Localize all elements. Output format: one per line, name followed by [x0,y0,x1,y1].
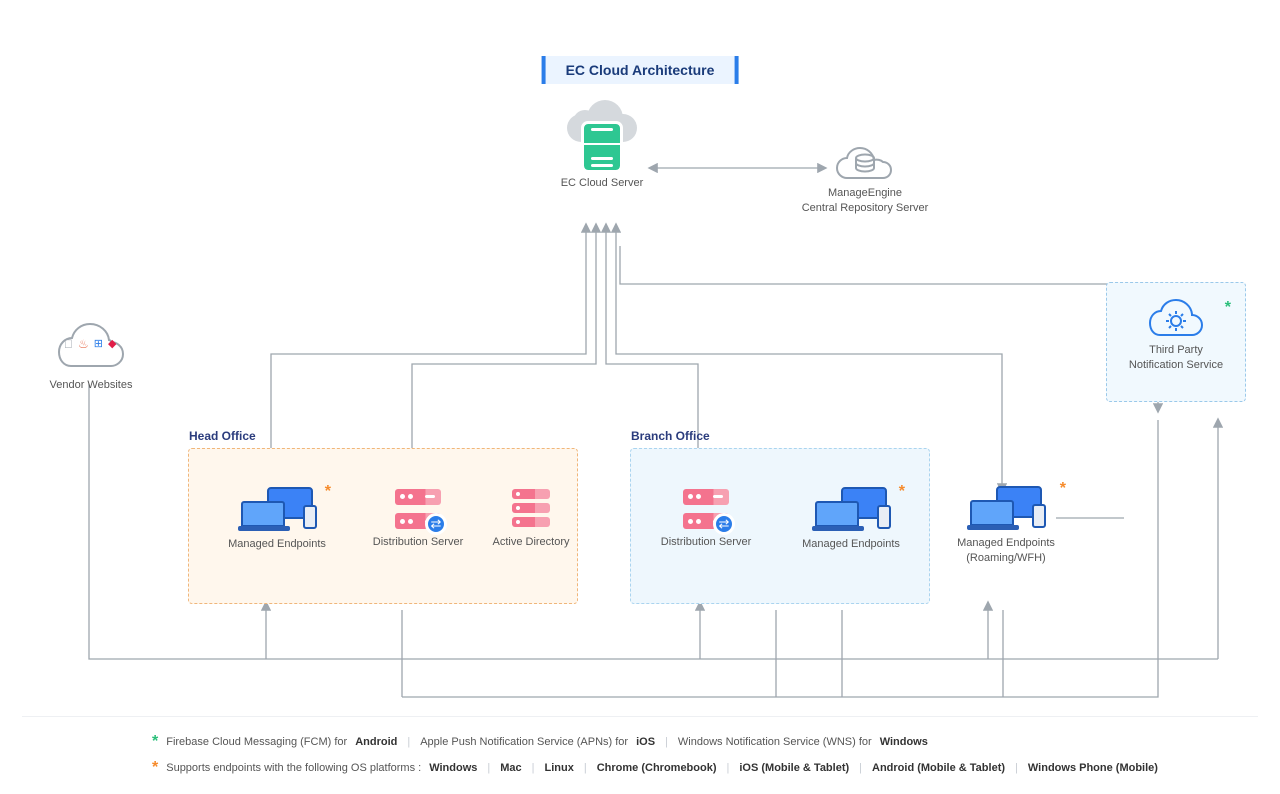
green-asterisk-icon: * [152,733,158,751]
footer-android: Android [355,736,397,748]
branch-managed-endpoints-node: Managed Endpoints [791,487,911,552]
java-icon: ♨ [78,336,89,352]
footer-fcm-text: Firebase Cloud Messaging (FCM) for [166,736,347,748]
roaming-endpoints-label-1: Managed Endpoints [946,536,1066,551]
head-managed-endpoints-label: Managed Endpoints [217,537,337,552]
adobe-icon: ◆ [108,337,116,352]
active-directory-icon [512,489,550,529]
head-distribution-server-node: ⇄ Distribution Server [363,489,473,550]
footer-os-mac: Mac [500,762,521,774]
branch-managed-endpoints-label: Managed Endpoints [791,537,911,552]
roaming-endpoints-label-2: (Roaming/WFH) [946,551,1066,566]
branch-office-zone: Branch Office ⇄ Distribution Server Mana… [630,448,930,604]
share-icon: ⇄ [425,513,447,535]
ec-cloud-server-label: EC Cloud Server [552,176,652,191]
footer-os-linux: Linux [545,762,574,774]
footer-ios: iOS [636,736,655,748]
tpn-label-1: Third Party [1107,343,1245,358]
footer-legend: * Firebase Cloud Messaging (FCM) for And… [22,716,1258,785]
distribution-server-icon: ⇄ [683,489,729,529]
database-cloud-icon [835,140,895,180]
vendor-websites-label: Vendor Websites [46,378,136,393]
gear-cloud-icon [1148,297,1204,337]
footer-windows: Windows [880,736,928,748]
green-asterisk-icon [1223,299,1229,321]
footer-os-ios: iOS (Mobile & Tablet) [739,762,849,774]
apple-icon:  [64,336,73,352]
orange-asterisk-icon [1058,480,1064,502]
endpoints-icon [815,487,887,531]
share-icon: ⇄ [713,513,735,535]
tpn-label-2: Notification Service [1107,358,1245,373]
footer-os-prefix: Supports endpoints with the following OS… [166,762,421,774]
footer-line-1: * Firebase Cloud Messaging (FCM) for And… [22,733,1258,751]
ec-cloud-server-node: EC Cloud Server [552,100,652,191]
footer-os-chrome: Chrome (Chromebook) [597,762,717,774]
footer-os-android: Android (Mobile & Tablet) [872,762,1005,774]
head-office-title: Head Office [189,429,256,443]
orange-asterisk-icon: * [152,759,158,777]
central-repo-label-1: ManageEngine [790,186,940,201]
footer-os-wp: Windows Phone (Mobile) [1028,762,1158,774]
footer-wns-text: Windows Notification Service (WNS) for [678,736,872,748]
central-repo-label-2: Central Repository Server [790,201,940,216]
footer-os-windows: Windows [429,762,477,774]
distribution-server-icon: ⇄ [395,489,441,529]
orange-asterisk-icon [323,483,329,505]
branch-office-title: Branch Office [631,429,710,443]
endpoints-icon [970,486,1042,530]
head-office-zone: Head Office Managed Endpoints ⇄ Distribu… [188,448,578,604]
branch-distribution-server-node: ⇄ Distribution Server [651,489,761,550]
active-directory-label: Active Directory [481,535,581,550]
footer-apns-text: Apple Push Notification Service (APNs) f… [420,736,628,748]
roaming-endpoints-node: Managed Endpoints (Roaming/WFH) [946,486,1066,566]
central-repo-node: ManageEngine Central Repository Server [790,140,940,216]
server-icon [584,124,620,170]
branch-distribution-server-label: Distribution Server [651,535,761,550]
diagram-canvas: EC Cloud Architecture [0,0,1280,794]
orange-asterisk-icon [897,483,903,505]
head-distribution-server-label: Distribution Server [363,535,473,550]
head-managed-endpoints-node: Managed Endpoints [217,487,337,552]
active-directory-node: Active Directory [481,489,581,550]
windows-icon: ⊞ [94,337,103,352]
vendor-websites-node:  ♨ ⊞ ◆ Vendor Websites [46,320,136,393]
footer-line-2: * Supports endpoints with the following … [22,759,1258,777]
third-party-zone: Third Party Notification Service [1106,282,1246,402]
diagram-title: EC Cloud Architecture [542,56,739,84]
endpoints-icon [241,487,313,531]
